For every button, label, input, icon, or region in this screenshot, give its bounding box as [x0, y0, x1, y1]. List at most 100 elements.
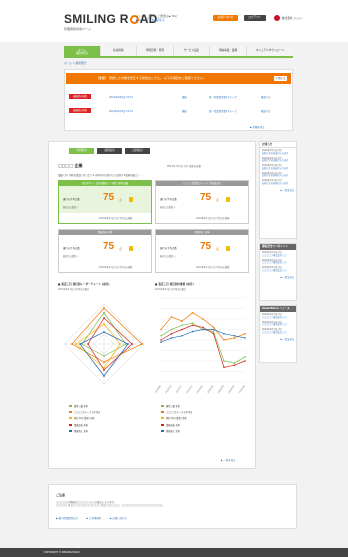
line-point: [202, 318, 204, 320]
news2-item[interactable]: 2014年7月1日 (月) □□□□□ 株式会社 □□: [260, 327, 296, 335]
legend-swatch: [69, 429, 72, 432]
logout-button[interactable]: ログアウト: [244, 15, 266, 21]
manual-link[interactable]: ▶ マニュアルを確認する: [136, 18, 206, 22]
legend-label: 事故防止 全体: [166, 429, 180, 433]
line-point: [191, 322, 194, 324]
score-card[interactable]: 事故防止 全体 運行の平均点数 75 点 前回との変化 ＋ 2014年6月1日 …: [155, 229, 249, 273]
nav-item[interactable]: 年間目標・管理: [137, 46, 174, 56]
footer-notice-text: □□□□□の情報は□□□□□□□□の集計によります。 □□□□□ 月の□□□□□…: [56, 501, 165, 508]
terms-link[interactable]: ▶ ご利用規約: [87, 517, 102, 520]
score-trend-link[interactable]: 2014年6月1日 (日) 平均点の推移: [99, 216, 132, 220]
radar-chart-title: ■ 直近三月 項目別レーダーチャート (前月): [58, 283, 110, 286]
news-item[interactable]: 2014年7月1日 (月) お知らせの内容が入ります: [260, 171, 296, 179]
score-trend-link[interactable]: 2014年6月1日 (日) 平均点の推移: [196, 216, 229, 220]
radar-chart-subtitle: 2014年6月1日 (月) 時点の集計: [58, 288, 90, 291]
alert-row-action[interactable]: 確認する: [261, 109, 271, 113]
line-point: [202, 328, 204, 331]
radar-point: [103, 323, 105, 325]
nav-item[interactable]: 社員情報: [100, 46, 138, 56]
alert-row-type[interactable]: 運転: [182, 109, 187, 113]
line-point: [160, 328, 162, 331]
line-point: [160, 335, 162, 337]
news2-item[interactable]: 2014年7月1日 (月) □□□□□ 株式会社 □□: [260, 312, 296, 320]
line-point: [160, 341, 162, 343]
alert-close-button[interactable]: × 閉じる: [274, 76, 287, 81]
legend-entry: 事故防止 全体: [161, 429, 192, 433]
legend-entry: 他社平均 (業界) 全体: [161, 416, 192, 420]
main-panel: 月別表示 週別表示 日別表示 □□□□ 企業 2014年7月1日 (月) 更新の…: [48, 141, 256, 469]
score-card[interactable]: □□□□営業部グループ 北海道支社 運行の平均点数 75 点 前回との変化 ＋ …: [155, 180, 249, 224]
radar-point: [103, 331, 105, 333]
legend-label: 他社平均 (業界) 全体: [74, 417, 95, 421]
company-title: □□□□ 企業: [58, 163, 83, 168]
line-point: [233, 364, 236, 366]
line-point: [223, 339, 225, 341]
alert-banner-text: 【重要】 登録した内容を修正する場合はこちら。 以下の項目をご確認ください。: [96, 76, 206, 80]
score-change: 前回との変化 ＋: [160, 255, 176, 258]
legend-entry: 運用三課 全体: [161, 404, 192, 408]
nav-item[interactable]: 特殊事業・業務: [210, 46, 247, 56]
score-value: 75: [103, 241, 115, 252]
line-point: [181, 328, 183, 331]
breadcrumb[interactable]: ホーム > 個別状況: [64, 61, 86, 65]
line-point: [212, 326, 215, 329]
nav-item[interactable]: サービス設定: [173, 46, 211, 56]
line-point: [233, 362, 236, 364]
legend-entry: 業務改善 全体: [161, 423, 192, 427]
tips-item[interactable]: 2014年7月1日 (月) □□□□□ 株式会社 □□: [260, 250, 296, 258]
legend-entry: □□□□グループ の平均点: [161, 410, 192, 414]
radar-point: [103, 311, 105, 314]
privacy-link[interactable]: ▶ 個人情報保護方針: [56, 517, 78, 520]
line-point: [170, 332, 173, 335]
contact-link[interactable]: ▶ お問い合わせ: [110, 517, 127, 520]
sidebar-tips-more[interactable]: ▶ 一覧を見る: [260, 273, 296, 281]
alert-row-type[interactable]: 運転: [182, 95, 187, 99]
nav-item[interactable]: マニュアルダウンロード: [246, 46, 294, 56]
alert-banner: 【重要】 登録した内容を修正する場合はこちら。 以下の項目をご確認ください。 ×…: [66, 73, 291, 84]
radar-point: [103, 375, 105, 377]
legend-entry: 業務改善 全体: [69, 423, 100, 427]
legend-swatch: [161, 429, 164, 432]
tab-monthly[interactable]: 月別表示: [69, 148, 94, 154]
score-trend-link[interactable]: 2014年6月1日 (日) 平均点の推移: [99, 265, 132, 269]
news-item[interactable]: 2014年7月1日 (月) お知らせの内容が入ります: [260, 163, 296, 171]
news2-item[interactable]: 2014年7月1日 (月) □□□□□ 株式会社 □□: [260, 320, 296, 328]
alert-row: 未確認の項目 2014年6月6日 10:31 運転 第一営業部営業1グループ 確…: [69, 94, 289, 100]
alert-row-group[interactable]: 第一営業部営業1グループ: [209, 109, 237, 113]
copyright: COPYRIGHT © SMILING ROAD: [44, 551, 80, 554]
radar-point: [71, 343, 73, 345]
alert-row-date[interactable]: 2014年6月6日 10:31: [109, 95, 133, 99]
line-point: [202, 326, 204, 329]
news-item[interactable]: 2014年7月1日 (月) お知らせの内容が入ります: [260, 178, 296, 186]
line-point: [212, 330, 215, 333]
radar-point: [127, 343, 129, 345]
nav-item[interactable]: ホーム (個別状況): [64, 46, 101, 56]
chart-more-link[interactable]: ▶ 一覧を見る: [221, 458, 236, 462]
legend-entry: 他社平均 (業界) 全体: [69, 416, 100, 420]
x-tick-label: 2014/03: [217, 384, 225, 394]
legend-label: 運用三課 全体: [74, 405, 88, 408]
score-trend-link[interactable]: 2014年6月1日 (日) 平均点の推移: [196, 265, 229, 269]
news-item[interactable]: 2014年7月1日 (月) お知らせの内容が入ります: [260, 148, 296, 156]
tips-item[interactable]: 2014年7月1日 (月) □□□□□ 株式会社 □□: [260, 258, 296, 266]
footer-links: ▶ 個人情報保護方針 ▶ ご利用規約 ▶ お問い合わせ: [56, 516, 135, 520]
tab-weekly[interactable]: 週別表示: [97, 148, 122, 154]
rank-badge-icon: [226, 246, 230, 251]
alert-row-date[interactable]: 2014年6月6日 10:31: [109, 109, 133, 113]
score-card[interactable]: 全社平均 ＋ 会社規模別 ＋ 年間 / 通年実績 運行の平均点数 75 点 前回…: [58, 180, 152, 224]
news-item[interactable]: 2014年7月1日 (月) お知らせの内容が入ります: [260, 156, 296, 164]
sidebar-news-more[interactable]: ▶ 一覧を見る: [260, 186, 296, 194]
score-card-label: 運行の平均点数: [63, 247, 80, 250]
sidebar-news2-more[interactable]: ▶ 一覧を見る: [260, 335, 296, 343]
legend-label: 他社平均 (業界) 全体: [166, 417, 187, 421]
contact-button[interactable]: お問い合わせ: [213, 15, 238, 21]
line-point: [212, 332, 215, 335]
tab-daily[interactable]: 日別表示: [125, 148, 150, 154]
score-card[interactable]: 業務改善 全体 運行の平均点数 75 点 前回との変化 ＋ 2014年6月1日 …: [58, 229, 152, 273]
alert-row-action[interactable]: 確認する: [261, 95, 271, 99]
legend-label: 業務改善 全体: [166, 423, 180, 427]
alert-row-group[interactable]: 第一営業部営業1グループ: [209, 95, 237, 99]
tips-item[interactable]: 2014年7月1日 (月) □□□□□ 株式会社 □□: [260, 265, 296, 273]
alert-more-link[interactable]: ▶ 詳細を見る: [250, 125, 265, 129]
brand-name: 株式会社 ○○○○: [282, 17, 303, 20]
